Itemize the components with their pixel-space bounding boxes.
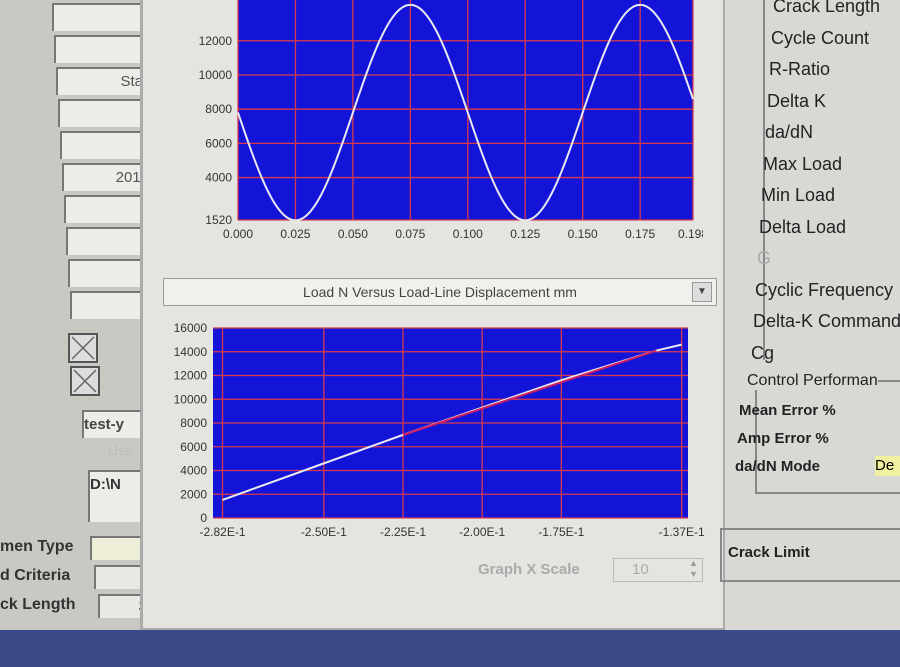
y-tick-label: 2000	[180, 487, 207, 501]
field-value[interactable]	[90, 536, 147, 560]
x-tick-label: -2.82E-1	[199, 525, 245, 539]
form-field[interactable]	[58, 99, 149, 127]
right-panel: Crack Length Cycle Count R-Ratio Delta K da/…	[720, 0, 900, 640]
control-group-title: Control Performan	[747, 372, 878, 390]
x-tick-label: 0.075	[395, 227, 425, 241]
x-tick-label: -1.37E-1	[659, 525, 705, 539]
x-tick-label: 0.025	[280, 227, 310, 241]
graph-select-dropdown[interactable]: Load N Versus Load-Line Displacement mm …	[163, 278, 717, 306]
cyclic-load-chart: 0.000 0.025 0.050 0.075 0.100 0.125 0.150 0.175…	[199, 0, 703, 241]
readout-label: Delta-K Command	[753, 311, 900, 331]
y-tick-label: 10000	[174, 392, 208, 406]
checkbox[interactable]	[68, 333, 98, 363]
form-field[interactable]	[60, 131, 151, 159]
y-tick-label: 16000	[174, 321, 208, 335]
y-tick-label: 0	[200, 511, 207, 525]
graph-window: 0.000 0.025 0.050 0.075 0.100 0.125 0.150 0.175…	[140, 0, 726, 631]
x-tick-label: 0.050	[338, 227, 368, 241]
checkbox[interactable]	[70, 366, 100, 396]
path-field[interactable]: D:\N	[88, 470, 145, 522]
readout-label: Delta Load	[759, 216, 847, 237]
load-displacement-chart: -2.82E-1 -2.50E-1 -2.25E-1 -2.00E-1 -1.75E-1…	[174, 321, 705, 539]
x-tick-label: 0.000	[223, 227, 253, 241]
readout-label: G	[757, 248, 772, 268]
y-tick-label: 4000	[205, 171, 232, 185]
crack-limit-label: Crack Limit	[728, 544, 810, 561]
x-tick-label: 0.125	[510, 227, 540, 241]
chevron-down-icon[interactable]: ▼	[692, 282, 712, 302]
control-label: da/dN Mode	[735, 458, 820, 475]
y-tick-label: 8000	[205, 102, 232, 116]
dropdown-value: Load N Versus Load-Line Displacement mm	[303, 284, 577, 300]
x-tick-label: -2.25E-1	[380, 525, 426, 539]
y-tick-label: 14000	[174, 345, 208, 359]
field-label: ck Length	[0, 596, 76, 613]
y-tick-label: 6000	[180, 440, 207, 454]
graph-x-scale-label: Graph X Scale	[478, 561, 580, 578]
x-tick-label: -2.00E-1	[459, 525, 505, 539]
readout-label: da/dN	[765, 122, 814, 142]
readout-label: Cg	[751, 342, 775, 363]
y-tick-label: 12000	[174, 369, 208, 383]
field-label: d Criteria	[0, 567, 71, 584]
plot-area	[238, 0, 693, 220]
readout-label: Max Load	[763, 153, 843, 174]
x-tick-label: 0.150	[568, 227, 598, 241]
field-label: men Type	[0, 538, 74, 555]
y-tick-label: 4000	[180, 464, 207, 478]
readout-label: R-Ratio	[769, 59, 831, 79]
readout-label: Crack Length	[773, 0, 881, 16]
readout-label: Cyclic Frequency	[755, 279, 894, 300]
x-tick-label: 0.100	[453, 227, 483, 241]
readout-label: Cycle Count	[771, 27, 870, 48]
x-tick-label: -2.50E-1	[301, 525, 347, 539]
y-tick-label: 10000	[199, 68, 233, 82]
readout-label: Min Load	[761, 185, 836, 205]
y-tick-label: 8000	[180, 416, 207, 430]
group-border	[763, 0, 765, 360]
form-field[interactable]: Sta	[56, 67, 147, 95]
control-label: Mean Error %	[739, 402, 836, 419]
dadn-mode-select[interactable]: De	[875, 456, 900, 476]
form-field[interactable]	[52, 3, 143, 31]
readout-label: Delta K	[767, 90, 827, 111]
y-tick-label: 6000	[205, 136, 232, 150]
x-tick-label: 0.175	[625, 227, 655, 241]
form-field[interactable]	[54, 35, 145, 63]
y-tick-label: 1520	[205, 213, 232, 227]
y-tick-label: 12000	[199, 34, 233, 48]
test-name-field[interactable]: test-y	[82, 410, 144, 438]
control-label: Amp Error %	[737, 430, 829, 447]
stepper-icon[interactable]: ▲ ▼	[689, 558, 698, 580]
x-tick-label: 0.198	[678, 227, 703, 241]
taskbar	[0, 630, 900, 667]
use-button[interactable]: Use	[108, 442, 133, 458]
x-tick-label: -1.75E-1	[538, 525, 584, 539]
